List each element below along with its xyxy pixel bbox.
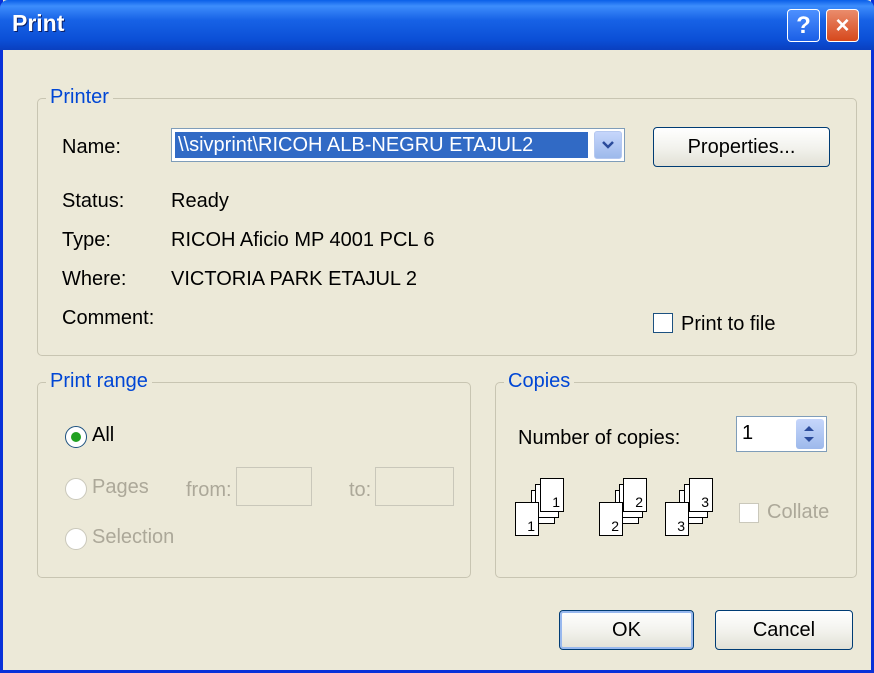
page-number: 3 [677, 518, 685, 534]
properties-button[interactable]: Properties... [653, 127, 830, 167]
chevron-down-icon [602, 141, 614, 149]
printer-name-select[interactable]: \\sivprint\RICOH ALB-NEGRU ETAJUL2 [171, 128, 625, 162]
page-number: 2 [635, 494, 643, 510]
to-input[interactable] [375, 467, 454, 506]
page-icon: 1 [515, 502, 539, 536]
cancel-button-label: Cancel [752, 619, 816, 641]
pages-radio[interactable] [65, 478, 87, 500]
help-button[interactable]: ? [787, 9, 820, 42]
title-bar[interactable]: Print ? × [0, 0, 874, 50]
collate-checkbox[interactable] [739, 503, 759, 523]
copies-group-label: Copies [504, 370, 575, 393]
page-number: 1 [527, 518, 535, 534]
all-radio[interactable] [65, 426, 87, 448]
cancel-button[interactable]: Cancel [715, 610, 853, 650]
help-icon: ? [796, 12, 811, 39]
number-of-copies-value: 1 [742, 422, 754, 444]
spinner-buttons[interactable] [796, 419, 824, 449]
ok-button[interactable]: OK [559, 610, 694, 650]
number-of-copies-label: Number of copies: [518, 427, 681, 449]
dropdown-button[interactable] [594, 131, 622, 159]
page-icon: 3 [689, 478, 713, 512]
collate-label[interactable]: Collate [767, 501, 829, 524]
page-number: 2 [611, 518, 619, 534]
status-label: Status: [62, 190, 125, 212]
properties-button-label: Properties... [687, 136, 796, 158]
type-value: RICOH Aficio MP 4001 PCL 6 [171, 229, 435, 251]
radio-selected-dot [71, 432, 81, 442]
print-range-group-label: Print range [46, 370, 152, 393]
page-icon: 2 [599, 502, 623, 536]
print-to-file-label[interactable]: Print to file [681, 313, 775, 336]
page-icon: 1 [540, 478, 564, 512]
from-input[interactable] [236, 467, 312, 506]
dialog-title: Print [12, 10, 65, 36]
chevron-down-icon[interactable] [803, 436, 815, 444]
page-icon: 3 [665, 502, 689, 536]
name-label: Name: [62, 136, 121, 158]
comment-label: Comment: [62, 307, 155, 329]
close-button[interactable]: × [826, 9, 859, 42]
status-value: Ready [171, 190, 229, 212]
ok-button-label: OK [612, 619, 641, 641]
page-icon: 2 [623, 478, 647, 512]
printer-group-label: Printer [46, 86, 113, 109]
number-of-copies-spinner[interactable]: 1 [736, 416, 827, 452]
page-number: 3 [701, 494, 709, 510]
page-number: 1 [552, 494, 560, 510]
close-icon: × [835, 12, 850, 39]
where-label: Where: [62, 268, 127, 290]
print-dialog: Print ? × Printer Name: \\sivprint\RICOH… [0, 0, 874, 673]
printer-name-value: \\sivprint\RICOH ALB-NEGRU ETAJUL2 [175, 132, 588, 158]
pages-label[interactable]: Pages [92, 476, 149, 499]
chevron-up-icon[interactable] [803, 424, 815, 432]
type-label: Type: [62, 229, 111, 251]
where-value: VICTORIA PARK ETAJUL 2 [171, 268, 417, 290]
selection-label[interactable]: Selection [92, 526, 174, 549]
print-to-file-checkbox[interactable] [653, 313, 673, 333]
all-label[interactable]: All [92, 424, 114, 447]
selection-radio[interactable] [65, 528, 87, 550]
to-label: to: [349, 479, 372, 501]
from-label: from: [186, 479, 232, 501]
